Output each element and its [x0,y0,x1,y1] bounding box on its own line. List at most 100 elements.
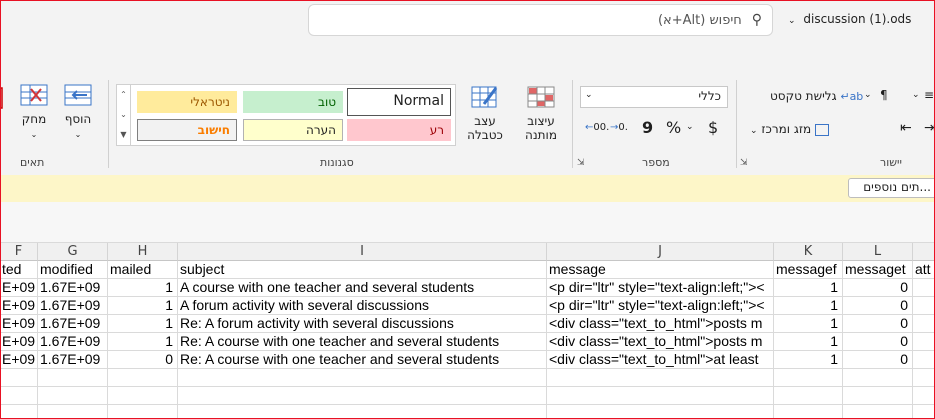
table-cell[interactable]: 0 [843,297,913,315]
table-cell[interactable]: <div class="text_to_html">posts m [547,315,774,333]
table-cell[interactable]: 0 [843,351,913,369]
table-cell[interactable] [913,333,935,351]
table-cell[interactable] [774,405,843,419]
table-cell[interactable]: <p dir="ltr" style="text-align:left;">< [547,279,774,297]
table-cell[interactable]: E+09 [0,279,38,297]
table-cell[interactable] [774,387,843,405]
header-cell[interactable]: messagef [774,261,843,279]
header-cell[interactable]: modified [38,261,108,279]
table-cell[interactable]: <div class="text_to_html">at least [547,351,774,369]
dialog-launcher-icon[interactable]: ⇲ [740,158,748,168]
column-header-extra[interactable] [913,243,935,261]
table-cell[interactable] [38,369,108,387]
number-format-select[interactable]: כללי ⌄ [580,86,728,108]
table-cell[interactable] [843,369,913,387]
table-cell[interactable]: 1 [774,351,843,369]
table-cell[interactable]: 0 [108,351,178,369]
table-cell[interactable] [0,387,38,405]
document-title[interactable]: ⌄ discussion (1).ods [788,12,911,26]
column-header-H[interactable]: H [108,243,178,261]
table-cell[interactable] [108,387,178,405]
column-header-G[interactable]: G [38,243,108,261]
decrease-indent-icon[interactable]: ⇤ [900,120,912,136]
table-cell[interactable]: 1 [108,315,178,333]
table-cell[interactable]: <div class="text_to_html">posts m [547,333,774,351]
table-cell[interactable]: E+09 [0,333,38,351]
table-cell[interactable] [178,369,547,387]
table-cell[interactable] [547,387,774,405]
header-cell[interactable]: ted [0,261,38,279]
increase-indent-icon[interactable]: ⇥ [924,120,935,136]
conditional-formatting-button[interactable]: עיצוב מותנה [514,84,568,142]
comma-style-button[interactable]: 9 [642,118,653,137]
table-cell[interactable] [913,387,935,405]
table-cell[interactable] [0,369,38,387]
table-cell[interactable] [0,405,38,419]
table-cell[interactable]: <p dir="ltr" style="text-align:left;">< [547,297,774,315]
table-cell[interactable]: Re: A course with one teacher and severa… [178,351,547,369]
chevron-up-icon[interactable]: ⌃ [117,85,130,105]
table-cell[interactable] [108,405,178,419]
table-cell[interactable] [774,369,843,387]
style-bad[interactable]: רע [347,119,451,141]
table-cell[interactable]: E+09 [0,297,38,315]
chevron-down-icon[interactable]: ⌄ [686,122,694,132]
more-options-button[interactable]: ...תים נוספים [848,178,935,198]
table-cell[interactable] [178,387,547,405]
header-cell[interactable]: messaget [843,261,913,279]
table-cell[interactable] [547,405,774,419]
table-cell[interactable]: 0 [843,315,913,333]
gallery-scroll[interactable]: ⌃ ⌄ ▼ [117,85,131,145]
table-cell[interactable] [913,351,935,369]
format-as-table-button[interactable]: עצב כטבלה [458,84,512,142]
dialog-launcher-icon[interactable]: ⇲ [577,158,585,168]
table-cell[interactable]: 1.67E+09 [38,279,108,297]
table-cell[interactable] [913,279,935,297]
table-cell[interactable] [913,369,935,387]
table-cell[interactable]: 1 [774,279,843,297]
table-cell[interactable]: A course with one teacher and several st… [178,279,547,297]
chevron-down-icon[interactable]: ⌄ [912,90,920,100]
style-good[interactable]: טוב [243,91,343,113]
table-cell[interactable]: 1 [108,333,178,351]
increase-decimal-button[interactable]: .00← [585,122,609,133]
column-header-I[interactable]: I [178,243,547,261]
orientation-icon[interactable]: ≡ [924,88,934,102]
column-header-L[interactable]: L [843,243,913,261]
style-neutral[interactable]: ניטראלי [137,91,237,113]
table-cell[interactable]: 0 [843,279,913,297]
table-cell[interactable] [913,405,935,419]
merge-center-button[interactable]: מזג ומרכז ⌄ [750,122,829,136]
header-cell[interactable]: mailed [108,261,178,279]
header-cell[interactable]: att [913,261,935,279]
table-cell[interactable]: 1 [774,315,843,333]
table-cell[interactable] [108,369,178,387]
text-direction-icon[interactable]: ¶ [880,88,888,102]
table-cell[interactable]: A forum activity with several discussion… [178,297,547,315]
insert-cells-button[interactable]: הוסף ⌄ [58,82,98,142]
table-cell[interactable]: Re: A forum activity with several discus… [178,315,547,333]
table-cell[interactable]: 1.67E+09 [38,351,108,369]
table-cell[interactable]: Re: A course with one teacher and severa… [178,333,547,351]
table-cell[interactable]: 1.67E+09 [38,297,108,315]
style-calculation[interactable]: חישוב [137,119,237,141]
chevron-down-icon[interactable]: ⌄ [117,105,130,125]
table-cell[interactable]: 0 [843,333,913,351]
table-cell[interactable]: E+09 [0,315,38,333]
column-header-J[interactable]: J [547,243,774,261]
table-cell[interactable] [38,387,108,405]
column-header-F[interactable]: F [0,243,38,261]
table-cell[interactable] [38,405,108,419]
search-box[interactable]: ⚲ חיפוש (Alt+א) [308,4,773,36]
header-cell[interactable]: message [547,261,774,279]
style-note[interactable]: הערה [243,119,343,141]
table-cell[interactable] [843,387,913,405]
table-cell[interactable] [843,405,913,419]
header-cell[interactable]: subject [178,261,547,279]
wrap-text-button[interactable]: ab↵ גלישת טקסט [770,89,863,103]
table-cell[interactable]: 1 [774,297,843,315]
table-cell[interactable]: 1 [774,333,843,351]
table-cell[interactable]: 1 [108,297,178,315]
column-header-K[interactable]: K [774,243,843,261]
percent-style-button[interactable]: % [666,118,681,137]
